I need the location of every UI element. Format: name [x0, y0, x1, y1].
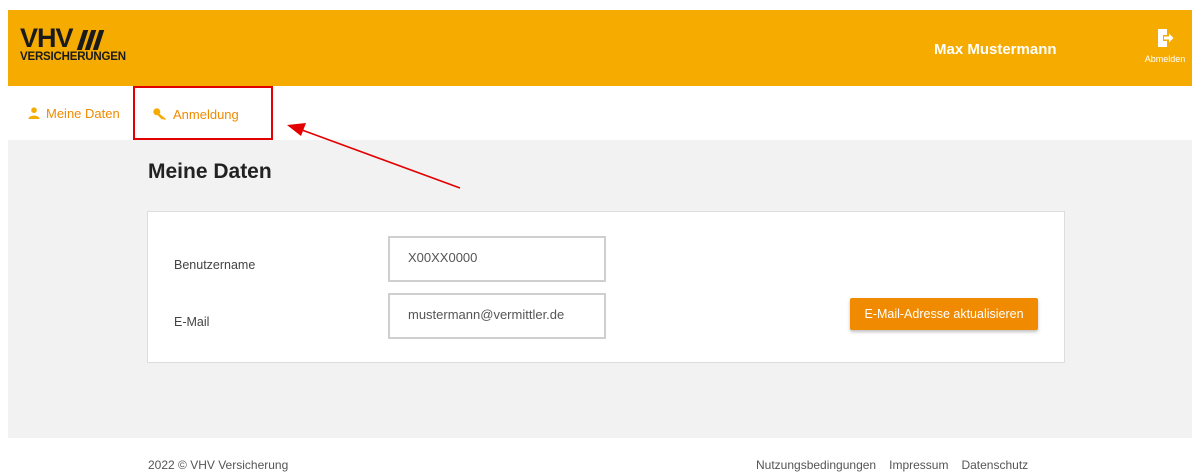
update-email-button[interactable]: E-Mail-Adresse aktualisieren [850, 298, 1038, 330]
footer-copyright: 2022 © VHV Versicherung [148, 458, 289, 472]
page: VHV VERSICHERUNGEN Max Mustermann Abmeld… [0, 0, 1192, 474]
annotation-highlight-box [133, 86, 273, 140]
logout-label: Abmelden [1144, 54, 1186, 64]
page-title: Meine Daten [148, 160, 272, 183]
username-field[interactable]: X00XX0000 [388, 236, 606, 282]
logout-button[interactable]: Abmelden [1138, 28, 1192, 78]
footer-links: Nutzungsbedingungen Impressum Datenschut… [756, 458, 1041, 472]
footer-link-nutzungsbedingungen[interactable]: Nutzungsbedingungen [756, 458, 876, 472]
footer-link-datenschutz[interactable]: Datenschutz [961, 458, 1028, 472]
person-icon [28, 107, 40, 119]
email-label: E-Mail [174, 315, 210, 329]
app-header: VHV VERSICHERUNGEN Max Mustermann Abmeld… [8, 10, 1192, 86]
user-name: Max Mustermann [934, 41, 1057, 58]
logo-subtitle: VERSICHERUNGEN [20, 51, 126, 63]
user-data-card: Benutzername X00XX0000 E-Mail mustermann… [147, 211, 1065, 363]
main-content: Meine Daten Benutzername X00XX0000 E-Mai… [8, 140, 1192, 438]
logout-icon [1158, 29, 1174, 47]
username-label: Benutzername [174, 258, 256, 272]
tab-meine-daten[interactable]: Meine Daten [28, 86, 120, 140]
email-field[interactable]: mustermann@vermittler.de [388, 293, 606, 339]
vhv-logo[interactable]: VHV VERSICHERUNGEN [20, 24, 160, 70]
logo-stripes [76, 30, 104, 50]
logo-wordmark: VHV [20, 23, 74, 53]
footer-link-impressum[interactable]: Impressum [889, 458, 948, 472]
tab-meine-daten-label: Meine Daten [46, 105, 120, 121]
